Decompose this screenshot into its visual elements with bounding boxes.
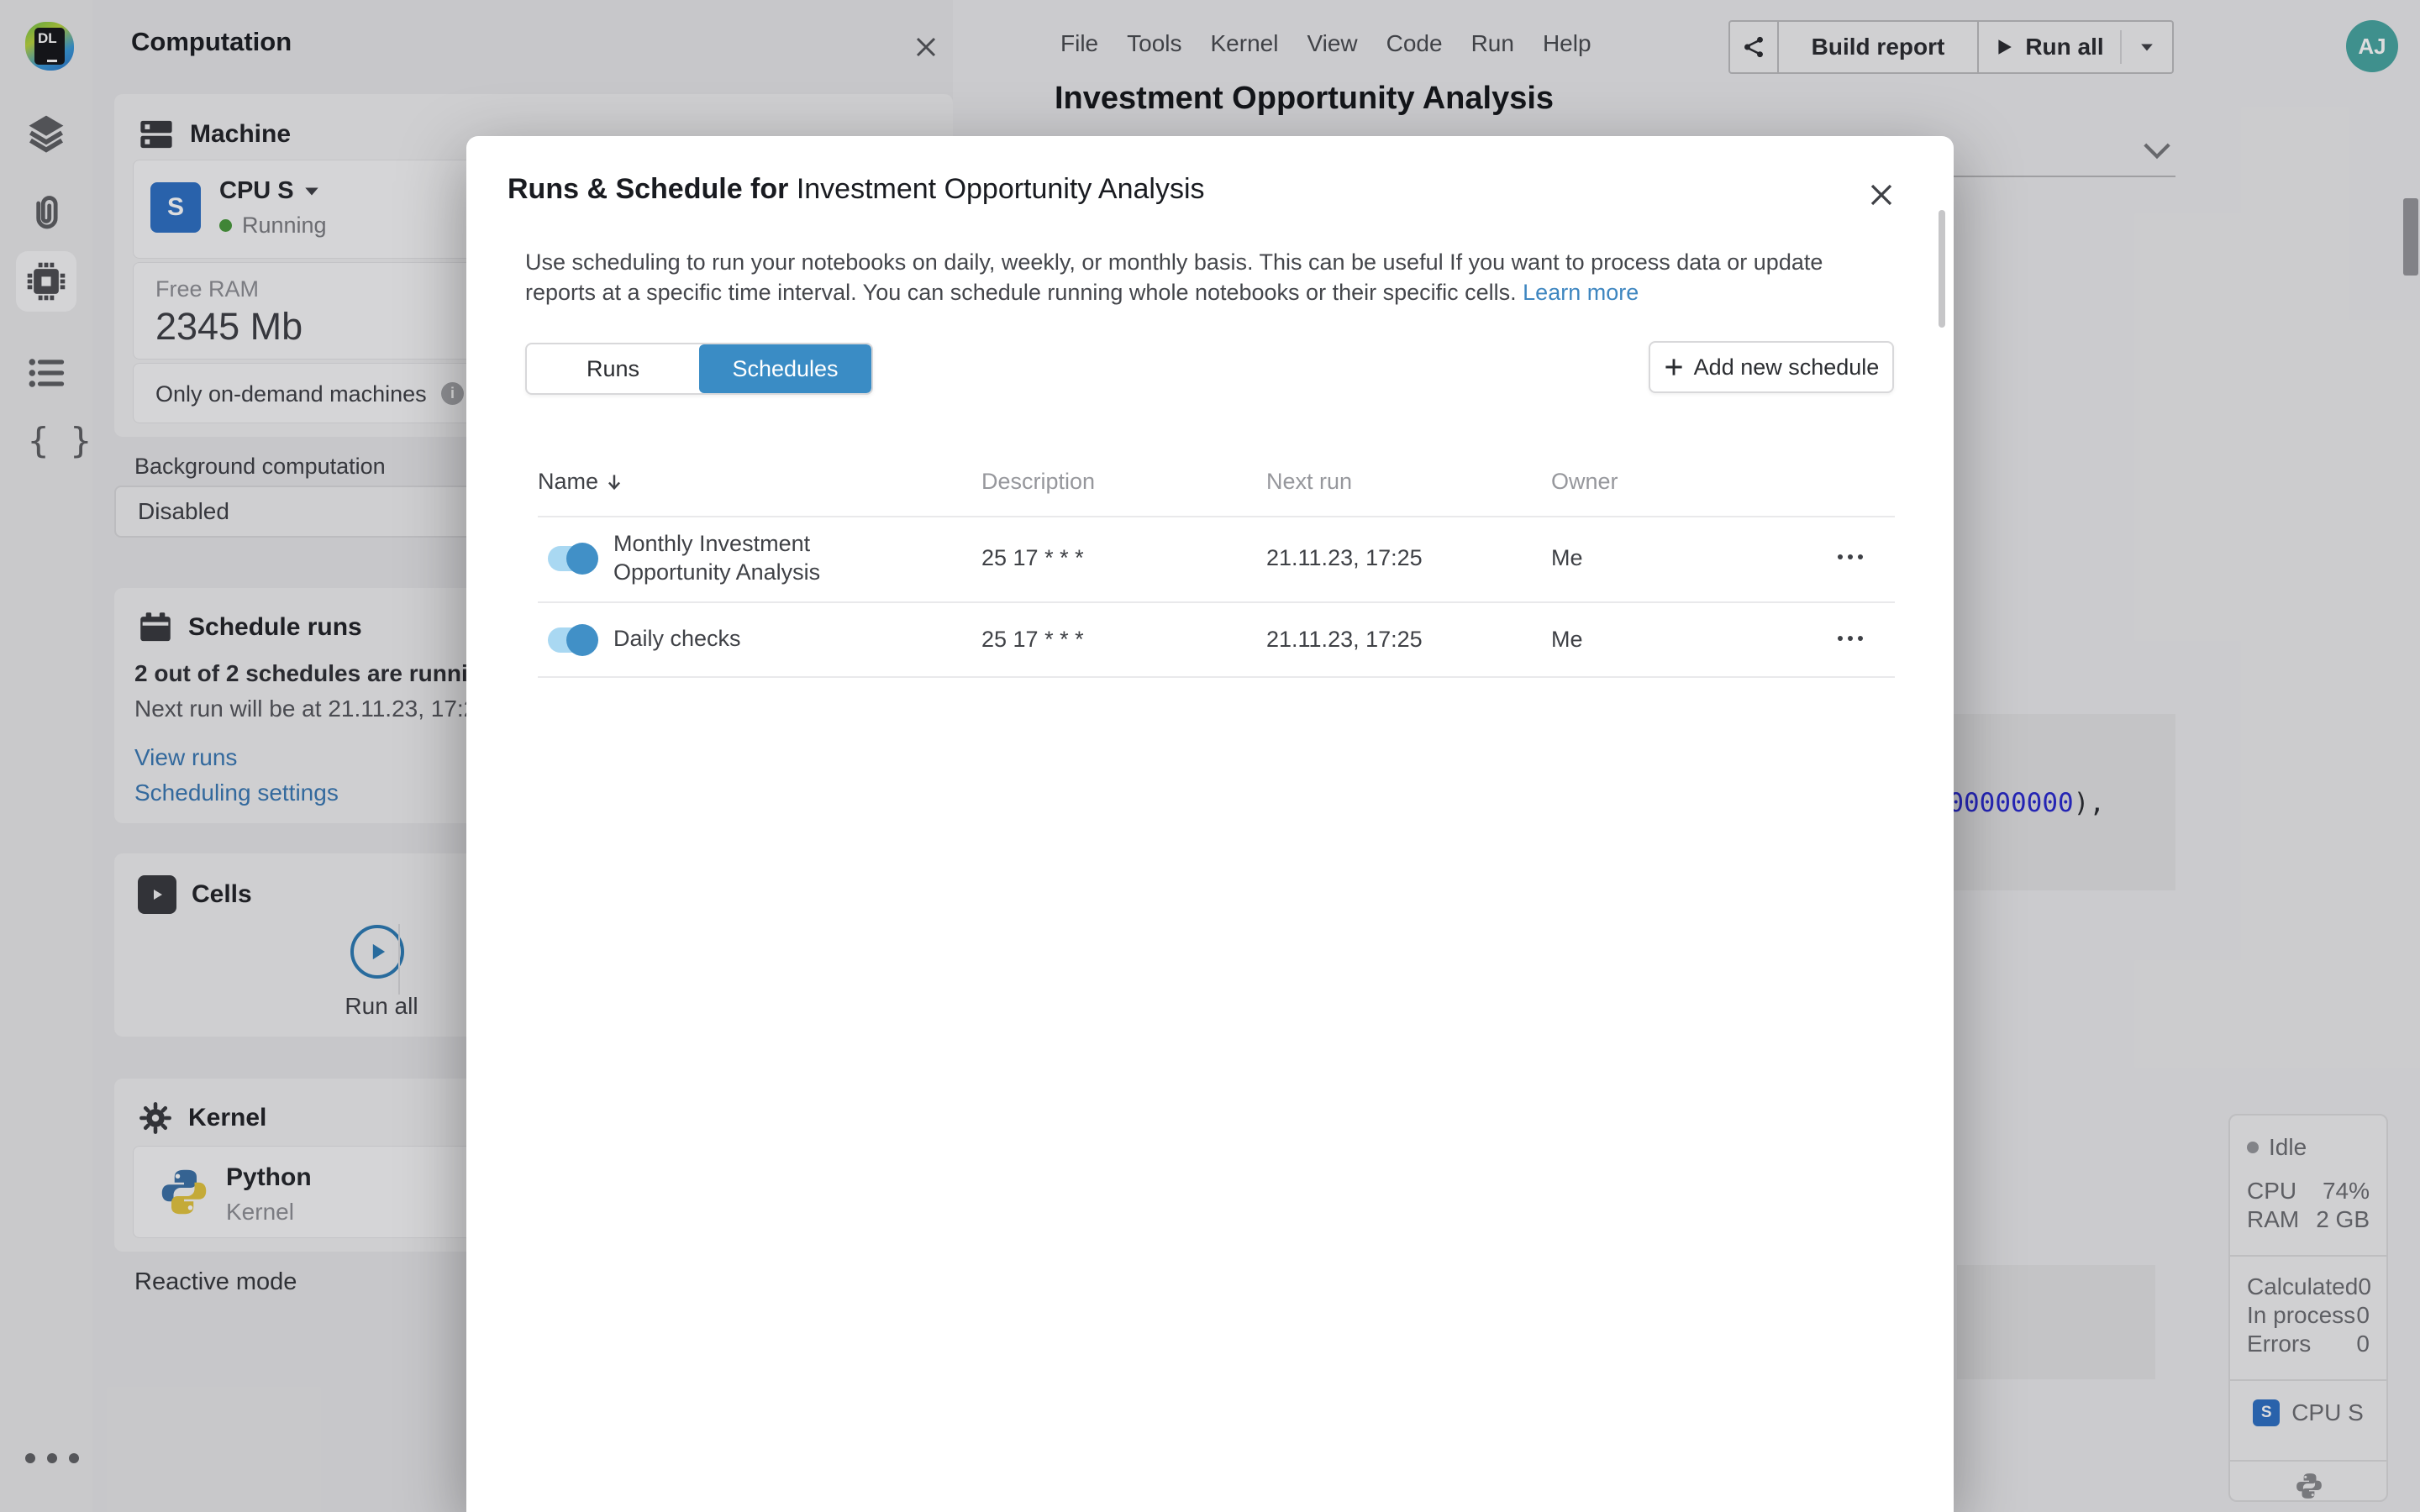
column-header-next-run[interactable]: Next run [1266, 469, 1352, 495]
schedule-cron: 25 17 * * * [981, 627, 1084, 653]
runs-schedule-modal: Runs & Schedule for Investment Opportuni… [466, 136, 1954, 1512]
table-divider [538, 516, 1895, 517]
sort-descending-icon [607, 473, 622, 491]
learn-more-link[interactable]: Learn more [1523, 280, 1639, 305]
table-divider [538, 601, 1895, 603]
column-header-owner[interactable]: Owner [1551, 469, 1618, 495]
row-menu-icon[interactable] [1838, 636, 1863, 641]
tab-schedules[interactable]: Schedules [699, 344, 871, 393]
modal-close-icon[interactable] [1863, 176, 1900, 213]
schedule-cron: 25 17 * * * [981, 545, 1084, 571]
schedule-enabled-toggle[interactable] [548, 627, 595, 653]
modal-scrollbar[interactable] [1939, 210, 1945, 328]
modal-description: Use scheduling to run your notebooks on … [525, 247, 1873, 307]
schedule-next-run: 21.11.23, 17:25 [1266, 545, 1423, 571]
schedule-name[interactable]: Monthly Investment Opportunity Analysis [613, 529, 933, 586]
runs-schedules-tabs: Runs Schedules [525, 343, 873, 395]
add-new-schedule-label: Add new schedule [1694, 354, 1880, 381]
app-screen: { } DL Computation Machine S C [0, 0, 2420, 1512]
row-menu-icon[interactable] [1838, 554, 1863, 559]
modal-title-rest: Investment Opportunity Analysis [788, 173, 1204, 205]
modal-title-bold: Runs & Schedule for [508, 173, 788, 205]
tab-runs[interactable]: Runs [527, 344, 699, 393]
modal-title: Runs & Schedule for Investment Opportuni… [508, 173, 1205, 206]
schedule-next-run: 21.11.23, 17:25 [1266, 627, 1423, 653]
add-new-schedule-button[interactable]: Add new schedule [1649, 341, 1894, 393]
schedule-name[interactable]: Daily checks [613, 626, 741, 652]
column-header-name[interactable]: Name [538, 469, 622, 495]
schedule-owner: Me [1551, 627, 1583, 653]
plus-icon [1664, 357, 1684, 377]
column-header-description[interactable]: Description [981, 469, 1095, 495]
schedule-enabled-toggle[interactable] [548, 546, 595, 571]
table-divider [538, 676, 1895, 678]
schedule-owner: Me [1551, 545, 1583, 571]
